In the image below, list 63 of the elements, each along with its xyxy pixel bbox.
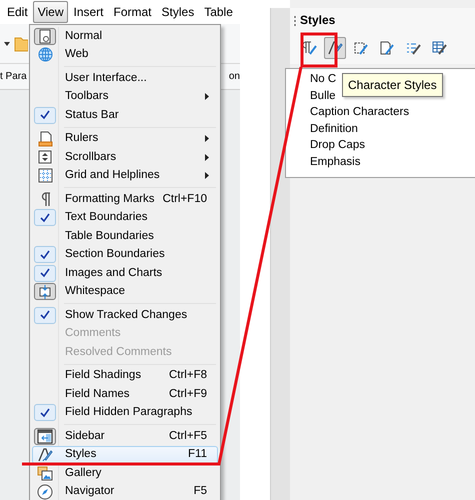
menu-item[interactable]: View [32,1,68,23]
toolbar-text: t Para [0,70,27,84]
menu-item[interactable]: Rulers [32,130,218,148]
table-style-icon [431,40,447,56]
style-list-item[interactable]: Definition [310,120,475,137]
page-icon [38,28,52,44]
ruler-icon [38,130,52,147]
menu-item[interactable]: User Interface... [32,69,218,88]
menu-item[interactable]: Text Boundaries [32,208,218,227]
menu-item[interactable]: Toolbars [32,88,218,106]
menu-item[interactable]: Show Tracked Changes [32,306,218,324]
menu-item[interactable]: Gallery [32,464,218,482]
menu-item[interactable]: Images and Charts [32,264,218,282]
submenu-arrow-icon [205,93,209,100]
menu-item[interactable]: Format [108,1,157,23]
style-list-item[interactable]: Caption Characters [310,104,475,120]
frame-style-icon [353,40,369,56]
checkmark-icon [40,408,50,418]
menu-item[interactable]: Table Boundaries [32,227,218,246]
globe-icon [38,47,52,62]
checkmark-icon [40,310,50,320]
dropdown-arrow-icon [4,42,10,46]
sidebar-icon [37,428,53,444]
menu-item[interactable]: Table [199,1,238,23]
checkmark-icon [40,250,50,260]
submenu-arrow-icon [205,172,209,180]
menu-item[interactable]: Whitespace [32,282,218,301]
menu-item[interactable]: Status Bar [32,106,218,124]
toolbar-text: on [228,70,240,84]
menu-item[interactable]: Field Hidden Paragraphs [32,404,218,422]
pilcrow-icon [39,191,51,208]
checkmark-icon [40,212,50,223]
menu-item[interactable]: Normal [32,27,218,46]
menu-item[interactable]: Web [32,46,218,64]
grid-icon [38,168,52,184]
menu-item[interactable]: Grid and Helplines [32,166,218,185]
panel-title: Styles [300,12,336,29]
checkmark-icon [40,110,50,120]
menu-item[interactable]: Section Boundaries [32,246,218,264]
whitespace-icon [37,284,53,299]
menu-item[interactable]: Styles [156,1,200,23]
style-list-item[interactable]: Emphasis [310,154,475,170]
compass-icon [37,484,53,500]
scrollbar-icon [38,150,52,164]
brush-icon [327,40,343,56]
menu-item[interactable]: Field Shadings Ctrl+F8 [32,366,218,385]
brush-icon [37,446,53,463]
tooltip: Character Styles [342,73,443,97]
submenu-arrow-icon [205,135,209,142]
menu-item[interactable]: Sidebar Ctrl+F5 [32,427,218,446]
style-list-item[interactable]: Drop Caps [310,137,475,154]
menu-item[interactable]: Navigator F5 [32,482,218,500]
menu-item[interactable]: Formatting Marks Ctrl+F10 [32,190,218,208]
menu-item[interactable]: Edit [2,1,33,23]
checkmark-icon [40,268,50,278]
paragraph-style-icon [301,40,317,56]
menu-item[interactable]: Field Names Ctrl+F9 [32,385,218,404]
menu-item[interactable]: Scrollbars [32,148,218,166]
menu-item[interactable]: Insert [68,1,108,23]
gallery-icon [37,466,53,481]
submenu-arrow-icon [205,154,209,161]
page-style-icon [379,40,395,56]
highlight-frame [300,32,338,68]
